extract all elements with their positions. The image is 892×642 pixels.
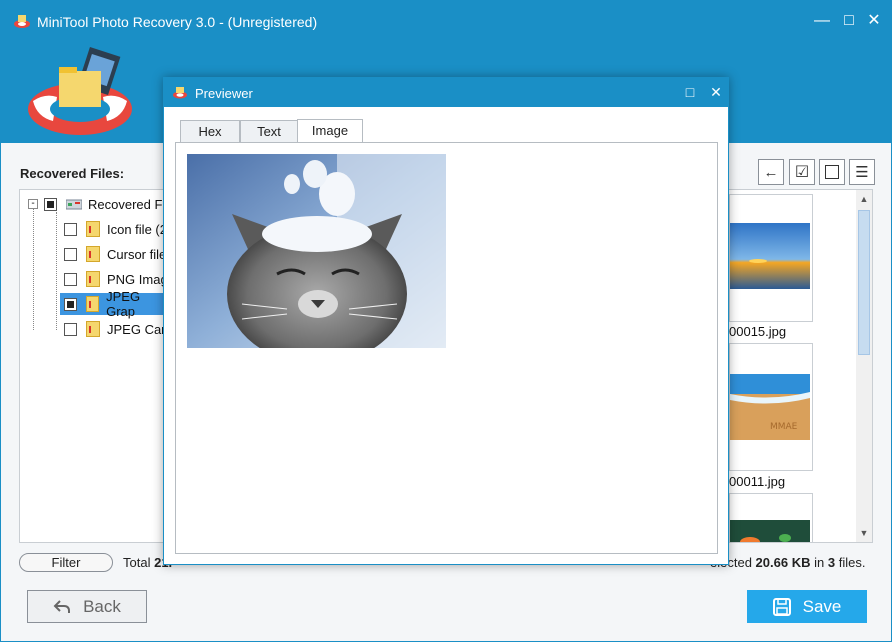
window-title: MiniTool Photo Recovery 3.0 - (Unregiste… <box>37 14 318 30</box>
thumbnail-1[interactable] <box>729 194 813 322</box>
checkbox-checked-icon: ☑ <box>794 164 810 181</box>
tree-root[interactable]: - Recovered File <box>28 193 175 215</box>
folder-icon <box>86 271 100 287</box>
item-checkbox[interactable] <box>64 247 77 261</box>
tree-item-icon-file[interactable]: Icon file (2 <box>64 218 167 240</box>
thumbnail-scrollbar[interactable]: ▲ ▼ <box>856 190 872 542</box>
collapse-icon[interactable]: - <box>28 199 38 209</box>
dialog-title-bar[interactable]: Previewer □ ✕ <box>164 78 728 107</box>
tree-item-jpeg-camera[interactable]: JPEG Came <box>64 318 179 340</box>
back-button-label: Back <box>83 596 121 616</box>
tree-item-label: Cursor file <box>107 246 167 262</box>
tab-hex[interactable]: Hex <box>180 120 240 142</box>
image-preview-area <box>175 142 718 554</box>
back-button[interactable]: Back <box>27 590 147 623</box>
thumbnail-1-filename: 00015.jpg <box>729 324 787 339</box>
drive-icon <box>66 199 82 210</box>
previewer-dialog[interactable]: Previewer □ ✕ Hex Text Image <box>163 77 729 565</box>
sunset-thumbnail-image <box>730 223 810 289</box>
scroll-up-icon[interactable]: ▲ <box>856 192 872 206</box>
check-all-button[interactable]: ☑ <box>789 159 815 185</box>
app-icon <box>173 87 187 99</box>
tab-image[interactable]: Image <box>297 119 363 143</box>
cat-preview-image <box>187 154 446 348</box>
minimize-icon[interactable]: — <box>811 10 833 32</box>
list-icon: ☰ <box>855 164 869 181</box>
maximize-icon[interactable]: □ <box>838 10 860 32</box>
save-button-label: Save <box>802 596 842 616</box>
tab-text[interactable]: Text <box>240 120 298 142</box>
thumbnail-3[interactable] <box>729 493 813 542</box>
tree-item-png-image[interactable]: PNG Image <box>64 268 175 290</box>
folder-icon <box>85 296 100 312</box>
svg-text:MMAE: MMAE <box>770 422 798 432</box>
maximize-icon[interactable]: □ <box>680 82 700 102</box>
item-checkbox[interactable] <box>64 322 77 336</box>
save-button[interactable]: Save <box>747 590 867 623</box>
tree-item-jpeg-graphics[interactable]: JPEG Grap <box>60 289 170 319</box>
folder-icon <box>86 221 100 237</box>
tree-item-label: Icon file (2 <box>107 221 167 237</box>
filter-button[interactable]: Filter <box>19 553 113 572</box>
selected-files-text: elected 20.66 KB in 3 files. <box>710 555 866 570</box>
tree-line <box>56 212 57 330</box>
close-icon[interactable]: ✕ <box>863 10 885 32</box>
item-checkbox[interactable] <box>64 272 77 286</box>
tree-item-cursor-file[interactable]: Cursor file <box>64 243 166 265</box>
lifebuoy-logo-icon <box>28 47 132 135</box>
list-view-button[interactable]: ☰ <box>849 159 875 185</box>
thumbnail-2-filename: 00011.jpg <box>729 474 786 489</box>
back-arrow-button[interactable]: ← <box>758 159 784 185</box>
close-icon[interactable]: ✕ <box>706 82 726 102</box>
app-icon <box>14 15 30 28</box>
dialog-title: Previewer <box>195 86 253 101</box>
thumbnail-panel[interactable]: 00015.jpg MMAE 00011.jpg <box>729 189 873 543</box>
thumbnail-2[interactable]: MMAE <box>729 343 813 471</box>
folder-icon <box>86 321 100 337</box>
scroll-thumb[interactable] <box>858 210 870 355</box>
tree-item-label: JPEG Grap <box>106 289 141 319</box>
tree-line <box>33 204 34 330</box>
item-checkbox[interactable] <box>64 222 77 236</box>
floppy-disk-icon <box>772 597 791 616</box>
item-checkbox[interactable] <box>64 297 77 311</box>
uncheck-all-button[interactable] <box>819 159 845 185</box>
root-checkbox[interactable] <box>44 197 57 211</box>
recovered-files-label: Recovered Files: <box>20 166 125 181</box>
back-arrow-icon <box>53 599 71 613</box>
checkbox-empty-icon <box>825 165 839 179</box>
flower-thumbnail-image <box>730 520 810 542</box>
scroll-down-icon[interactable]: ▼ <box>856 526 872 540</box>
beach-thumbnail-image: MMAE <box>730 374 810 440</box>
arrow-left-icon: ← <box>763 163 779 181</box>
folder-icon <box>86 246 100 262</box>
